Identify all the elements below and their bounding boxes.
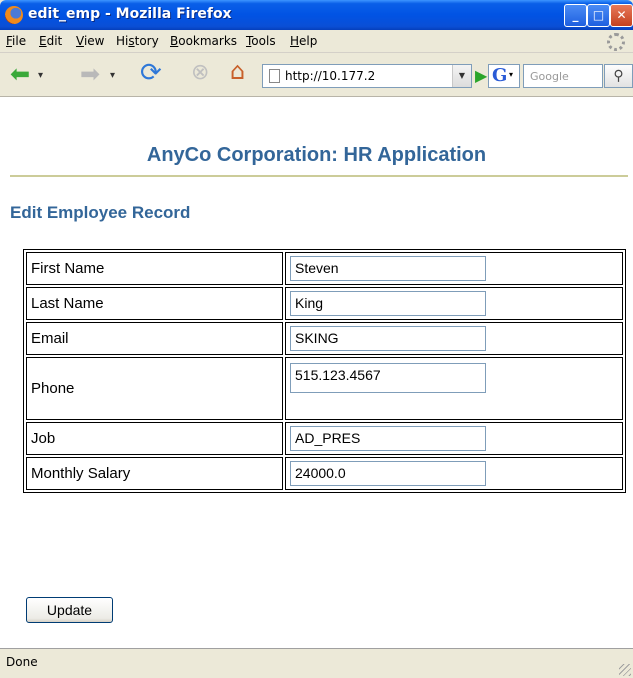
- update-button[interactable]: Update: [26, 597, 113, 623]
- page-icon: [269, 69, 280, 83]
- window-title: edit_emp - Mozilla Firefox: [28, 6, 232, 22]
- employee-form-table: First Name Steven Last Name King Email S…: [23, 249, 626, 493]
- search-input[interactable]: Google: [523, 64, 603, 88]
- search-engine-selector[interactable]: G ▾: [488, 64, 520, 88]
- table-row: Last Name King: [26, 287, 623, 320]
- go-icon[interactable]: ▶: [475, 66, 487, 85]
- menu-view[interactable]: View: [76, 34, 104, 48]
- maximize-button[interactable]: □: [587, 4, 610, 27]
- back-icon[interactable]: ⬅: [10, 60, 30, 88]
- search-icon[interactable]: ⚲: [604, 64, 633, 88]
- firefox-icon: [5, 6, 23, 24]
- table-row: Phone 515.123.4567: [26, 357, 623, 420]
- table-row: Email SKING: [26, 322, 623, 355]
- menu-bookmarks[interactable]: Bookmarks: [170, 34, 237, 48]
- minimize-button[interactable]: _: [564, 4, 587, 27]
- search-placeholder: Google: [530, 70, 569, 83]
- email-input[interactable]: SKING: [290, 326, 486, 351]
- field-value-cell: 24000.0: [285, 457, 623, 490]
- search-engine-dropdown-icon: ▾: [509, 70, 514, 79]
- monthly-salary-input[interactable]: 24000.0: [290, 461, 486, 486]
- back-history-dropdown-icon[interactable]: ▾: [38, 62, 43, 90]
- menu-file[interactable]: File: [6, 34, 26, 48]
- phone-input[interactable]: 515.123.4567: [290, 363, 486, 393]
- first-name-input[interactable]: Steven: [290, 256, 486, 281]
- title-divider: [10, 175, 628, 177]
- job-input[interactable]: AD_PRES: [290, 426, 486, 451]
- table-row: Job AD_PRES: [26, 422, 623, 455]
- google-logo-icon: G: [492, 65, 508, 86]
- field-value-cell: AD_PRES: [285, 422, 623, 455]
- field-value-cell: 515.123.4567: [285, 357, 623, 420]
- status-bar: Done: [0, 648, 633, 678]
- address-url[interactable]: http://10.177.2: [285, 69, 375, 83]
- field-label: Phone: [26, 357, 283, 420]
- field-label: Email: [26, 322, 283, 355]
- address-bar[interactable]: http://10.177.2 ▼: [262, 64, 472, 88]
- forward-icon[interactable]: ➡: [80, 60, 100, 88]
- table-row: First Name Steven: [26, 252, 623, 285]
- status-text: Done: [6, 655, 38, 669]
- resize-grip-icon[interactable]: [619, 664, 631, 676]
- address-dropdown-icon[interactable]: ▼: [452, 65, 471, 87]
- reload-icon[interactable]: ⟳: [140, 59, 162, 87]
- field-value-cell: Steven: [285, 252, 623, 285]
- menu-edit[interactable]: Edit: [39, 34, 62, 48]
- field-label: First Name: [26, 252, 283, 285]
- field-value-cell: SKING: [285, 322, 623, 355]
- menu-bar: File Edit View History Bookmarks Tools H…: [0, 30, 633, 53]
- section-title: Edit Employee Record: [10, 203, 191, 222]
- app-title: AnyCo Corporation: HR Application: [146, 144, 487, 166]
- window-title-bar[interactable]: edit_emp - Mozilla Firefox _ □ ✕: [0, 0, 633, 30]
- last-name-input[interactable]: King: [290, 291, 486, 316]
- menu-history[interactable]: History: [116, 34, 159, 48]
- table-row: Monthly Salary 24000.0: [26, 457, 623, 490]
- home-icon[interactable]: ⌂: [230, 57, 245, 85]
- field-label: Job: [26, 422, 283, 455]
- close-button[interactable]: ✕: [610, 4, 633, 27]
- field-label: Last Name: [26, 287, 283, 320]
- activity-throbber-icon: [607, 33, 625, 51]
- stop-icon[interactable]: ⊗: [191, 59, 209, 87]
- menu-tools[interactable]: Tools: [246, 34, 276, 48]
- forward-history-dropdown-icon[interactable]: ▾: [110, 62, 115, 90]
- field-label: Monthly Salary: [26, 457, 283, 490]
- menu-help[interactable]: Help: [290, 34, 317, 48]
- page-content: AnyCo Corporation: HR Application Edit E…: [0, 97, 633, 648]
- field-value-cell: King: [285, 287, 623, 320]
